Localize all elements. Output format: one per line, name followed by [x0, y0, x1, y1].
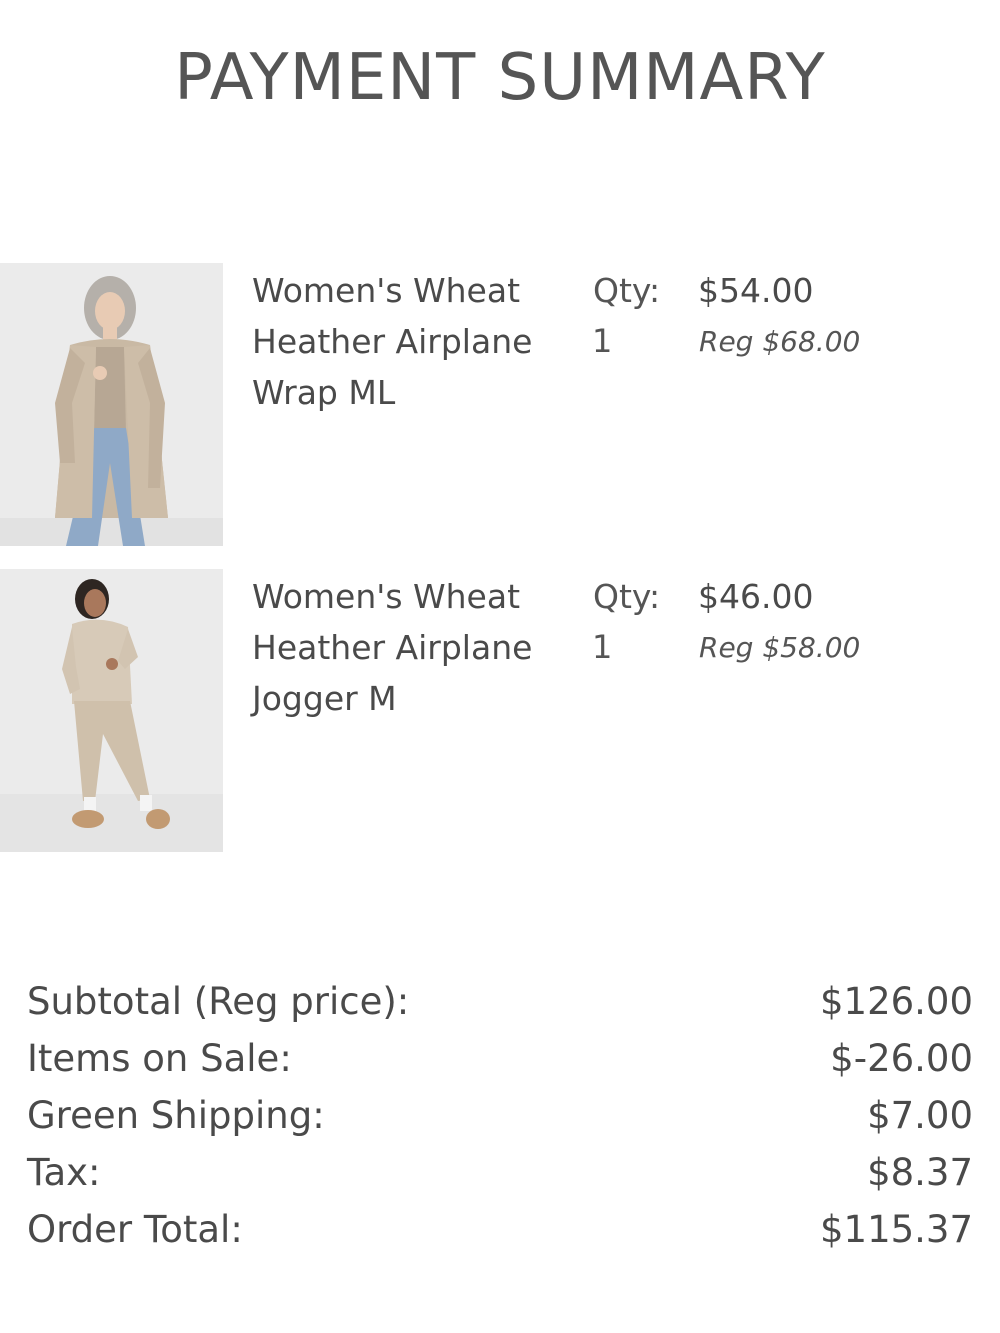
order-total-row: Order Total: $115.37: [27, 1201, 973, 1258]
sale-discount-row: Items on Sale: $-26.00: [27, 1030, 973, 1087]
qty-label: Qty:: [593, 577, 661, 616]
subtotal-label: Subtotal (Reg price):: [27, 980, 410, 1023]
regular-price: Reg $58.00: [699, 631, 861, 664]
page-title: PAYMENT SUMMARY: [174, 41, 826, 115]
regular-price: Reg $68.00: [699, 325, 861, 358]
sale-discount-value: $-26.00: [830, 1037, 973, 1080]
shipping-label: Green Shipping:: [27, 1094, 325, 1137]
product-name[interactable]: Women's Wheat Heather Airplane Jogger M: [252, 571, 572, 724]
subtotal-value: $126.00: [819, 980, 973, 1023]
qty-value: 1: [592, 322, 613, 360]
product-image-jogger[interactable]: [0, 569, 223, 852]
shipping-row: Green Shipping: $7.00: [27, 1087, 973, 1144]
sale-price: $46.00: [698, 577, 814, 616]
tax-label: Tax:: [27, 1151, 101, 1194]
product-image-cardigan[interactable]: [0, 263, 223, 546]
order-total-label: Order Total:: [27, 1208, 243, 1251]
product-name[interactable]: Women's Wheat Heather Airplane Wrap ML: [252, 265, 572, 418]
order-item: Women's Wheat Heather Airplane Jogger M …: [0, 569, 1000, 853]
sale-discount-label: Items on Sale:: [27, 1037, 292, 1080]
order-item: Women's Wheat Heather Airplane Wrap ML Q…: [0, 263, 1000, 547]
qty-value: 1: [592, 628, 613, 666]
tax-value: $8.37: [867, 1151, 973, 1194]
payment-summary-totals: Subtotal (Reg price): $126.00 Items on S…: [27, 973, 973, 1258]
subtotal-row: Subtotal (Reg price): $126.00: [27, 973, 973, 1030]
sale-price: $54.00: [698, 271, 814, 310]
shipping-value: $7.00: [867, 1094, 973, 1137]
tax-row: Tax: $8.37: [27, 1144, 973, 1201]
order-total-value: $115.37: [819, 1208, 973, 1251]
qty-label: Qty:: [593, 271, 661, 310]
